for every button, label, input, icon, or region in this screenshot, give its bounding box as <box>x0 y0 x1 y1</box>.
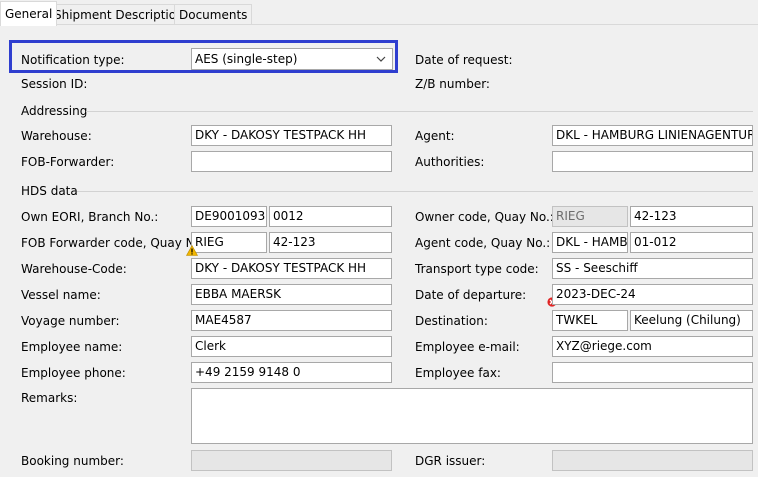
agent-code-field[interactable]: DKL - HAMB <box>552 232 628 253</box>
date-of-request-label: Date of request: <box>415 53 513 67</box>
notification-type-value: AES (single-step) <box>195 52 298 66</box>
warehouse-label: Warehouse: <box>21 129 92 143</box>
warning-triangle-icon <box>186 245 198 256</box>
hds-divider <box>77 191 753 192</box>
agent-code-label: Agent code, Quay No.: <box>415 236 551 250</box>
remarks-textarea[interactable] <box>191 388 753 444</box>
date-of-departure-field[interactable]: 2023-DEC-24 <box>552 284 753 305</box>
fob-code-label: FOB Forwarder code, Quay No.: <box>21 236 210 250</box>
warehouse-code-field[interactable]: DKY - DAKOSY TESTPACK HH <box>191 258 392 279</box>
agent-field[interactable]: DKL - HAMBURG LINIENAGENTUR (T <box>552 125 753 146</box>
own-branch-field[interactable]: 0012 <box>269 206 392 227</box>
addressing-divider <box>86 111 753 112</box>
agent-label: Agent: <box>415 129 455 143</box>
remarks-label: Remarks: <box>21 391 78 405</box>
notification-type-label: Notification type: <box>21 53 125 67</box>
tab-general[interactable]: General <box>0 1 58 26</box>
warehouse-code-label: Warehouse-Code: <box>21 262 127 276</box>
fob-code-field[interactable]: RIEG <box>191 232 267 253</box>
agent-quay-field[interactable]: 01-012 <box>630 232 753 253</box>
dgr-issuer-field <box>552 450 753 471</box>
notification-type-select[interactable]: AES (single-step) <box>191 48 393 70</box>
voyage-number-field[interactable]: MAE4587 <box>191 310 392 331</box>
zb-number-label: Z/B number: <box>415 77 490 91</box>
own-eori-field[interactable]: DE9001093 <box>191 206 267 227</box>
chevron-down-icon <box>376 49 386 75</box>
owner-quay-field[interactable]: 42-123 <box>630 206 753 227</box>
tab-shipment-description[interactable]: Shipment Description <box>49 4 189 25</box>
hds-section-title: HDS data <box>21 184 78 198</box>
transport-type-field[interactable]: SS - Seeschiff <box>552 258 753 279</box>
owner-code-field: RIEG <box>552 206 628 227</box>
employee-phone-field[interactable]: +49 2159 9148 0 <box>191 362 392 383</box>
authorities-label: Authorities: <box>415 155 485 169</box>
fob-forwarder-label: FOB-Forwarder: <box>21 155 115 169</box>
employee-email-field[interactable]: XYZ@riege.com <box>552 336 753 357</box>
destination-name-field[interactable]: Keelung (Chilung) <box>630 310 753 331</box>
own-eori-label: Own EORI, Branch No.: <box>21 210 159 224</box>
booking-number-label: Booking number: <box>21 454 124 468</box>
fob-quay-field[interactable]: 42-123 <box>269 232 392 253</box>
employee-email-label: Employee e-mail: <box>415 340 520 354</box>
employee-phone-label: Employee phone: <box>21 366 126 380</box>
employee-fax-field[interactable] <box>552 362 753 383</box>
destination-label: Destination: <box>415 314 488 328</box>
vessel-name-field[interactable]: EBBA MAERSK <box>191 284 392 305</box>
addressing-section-title: Addressing <box>21 104 88 118</box>
warehouse-field[interactable]: DKY - DAKOSY TESTPACK HH <box>191 125 392 146</box>
tab-bar-divider <box>0 24 758 25</box>
tab-bar: General Shipment Description Documents <box>0 0 758 26</box>
owner-code-label: Owner code, Quay No.: <box>415 210 554 224</box>
date-of-departure-label: Date of departure: <box>415 288 527 302</box>
employee-name-field[interactable]: Clerk <box>191 336 392 357</box>
voyage-number-label: Voyage number: <box>21 314 120 328</box>
employee-fax-label: Employee fax: <box>415 366 501 380</box>
booking-number-field <box>191 450 392 471</box>
employee-name-label: Employee name: <box>21 340 123 354</box>
fob-forwarder-field[interactable] <box>191 151 392 172</box>
tab-documents[interactable]: Documents <box>174 4 253 25</box>
dgr-issuer-label: DGR issuer: <box>415 454 486 468</box>
transport-type-label: Transport type code: <box>415 262 539 276</box>
authorities-field[interactable] <box>552 151 753 172</box>
vessel-name-label: Vessel name: <box>21 288 101 302</box>
session-id-label: Session ID: <box>21 77 88 91</box>
destination-code-field[interactable]: TWKEL <box>552 310 628 331</box>
